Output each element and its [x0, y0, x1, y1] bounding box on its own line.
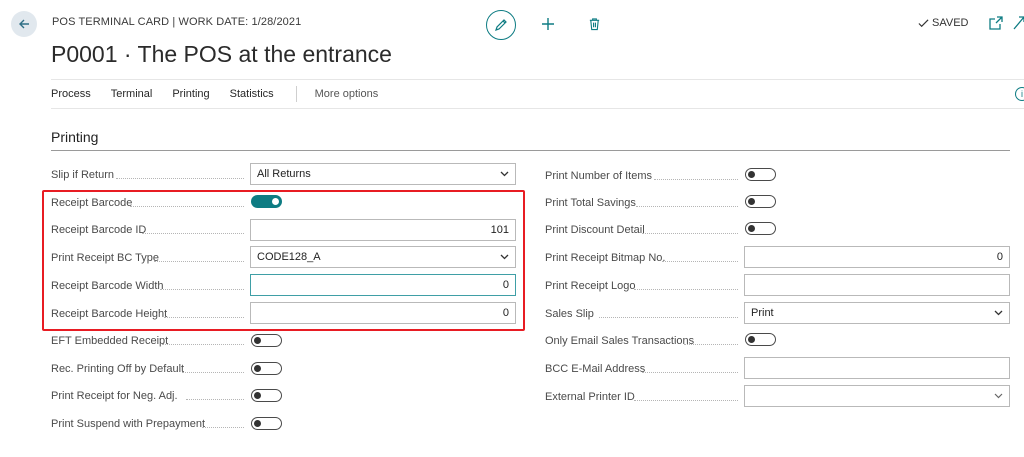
toggle-knob	[254, 419, 261, 427]
field-label-print-receipt-bitmap-no: Print Receipt Bitmap No.	[545, 252, 666, 264]
leader-dots	[636, 206, 738, 207]
tab-terminal[interactable]: Terminal	[111, 88, 153, 100]
toggle-knob	[748, 170, 755, 178]
toggle-knob	[748, 197, 755, 205]
toggle-knob	[254, 364, 261, 372]
action-bar: Process Terminal Printing Statistics Mor…	[51, 79, 1024, 109]
leader-dots	[634, 400, 738, 401]
back-button[interactable]	[11, 11, 37, 37]
back-arrow-icon	[19, 19, 29, 29]
add-button[interactable]	[538, 14, 558, 34]
edit-button[interactable]	[486, 10, 516, 40]
field-label-only-email-sales-transactions: Only Email Sales Transactions	[545, 335, 695, 347]
print-receipt-neg-adj-toggle[interactable]	[251, 389, 282, 402]
plus-icon	[542, 18, 554, 30]
open-in-new-window-icon[interactable]	[988, 15, 1004, 31]
tab-statistics[interactable]: Statistics	[230, 88, 274, 100]
toggle-knob	[254, 336, 261, 344]
external-printer-id-select[interactable]	[744, 385, 1010, 407]
field-label-eft-embedded-receipt: EFT Embedded Receipt	[51, 335, 169, 347]
field-label-sales-slip: Sales Slip	[545, 308, 594, 320]
chevron-down-icon	[500, 171, 509, 177]
trash-icon	[589, 18, 599, 31]
field-label-rec-printing-off: Rec. Printing Off by Default	[51, 363, 185, 375]
chevron-down-icon	[994, 393, 1003, 399]
pos-terminal-card-page: POS TERMINAL CARD | WORK DATE: 1/28/2021…	[0, 0, 1024, 457]
tab-divider	[295, 86, 297, 102]
field-label-print-number-of-items: Print Number of Items	[545, 170, 652, 182]
sales-slip-select[interactable]: Print	[744, 302, 1010, 324]
page-title: P0001 · The POS at the entrance	[51, 41, 392, 67]
print-number-of-items-toggle[interactable]	[745, 168, 776, 181]
print-receipt-logo-input[interactable]	[744, 274, 1010, 296]
tab-process[interactable]: Process	[51, 88, 91, 100]
toggle-knob	[748, 224, 755, 232]
more-options-button[interactable]: More options	[315, 88, 379, 100]
toggle-knob	[254, 391, 261, 399]
bcc-email-address-input[interactable]	[744, 357, 1010, 379]
field-label-slip-if-return: Slip if Return	[51, 169, 114, 181]
field-label-print-suspend-prepayment: Print Suspend with Prepayment	[51, 418, 206, 430]
leader-dots	[182, 372, 244, 373]
leader-dots	[662, 261, 738, 262]
checkmark-icon	[918, 18, 929, 27]
print-discount-detail-toggle[interactable]	[745, 222, 776, 235]
tab-printing[interactable]: Printing	[172, 88, 209, 100]
leader-dots	[654, 179, 738, 180]
leader-dots	[116, 178, 244, 179]
leader-dots	[186, 399, 244, 400]
chevron-down-icon	[994, 310, 1003, 316]
only-email-sales-transactions-toggle[interactable]	[745, 333, 776, 346]
leader-dots	[642, 233, 738, 234]
slip-if-return-value: All Returns	[257, 168, 311, 180]
highlight-box	[42, 190, 525, 331]
leader-dots	[684, 344, 738, 345]
sales-slip-value: Print	[751, 307, 774, 319]
section-title-printing: Printing	[51, 129, 99, 145]
rec-printing-off-toggle[interactable]	[251, 362, 282, 375]
eft-embedded-receipt-toggle[interactable]	[251, 334, 282, 347]
print-total-savings-toggle[interactable]	[745, 195, 776, 208]
saved-label: SAVED	[932, 17, 969, 29]
field-label-bcc-email-address: BCC E-Mail Address	[545, 363, 646, 375]
field-label-external-printer-id: External Printer ID	[545, 391, 635, 403]
toggle-knob	[748, 335, 755, 343]
leader-dots	[202, 427, 244, 428]
delete-button[interactable]	[584, 14, 604, 34]
expand-icon[interactable]	[1012, 15, 1024, 31]
field-label-print-total-savings: Print Total Savings	[545, 197, 636, 209]
leader-dots	[642, 372, 738, 373]
leader-dots	[599, 317, 738, 318]
print-suspend-prepayment-toggle[interactable]	[251, 417, 282, 430]
slip-if-return-select[interactable]: All Returns	[250, 163, 516, 185]
info-icon[interactable]: i	[1015, 87, 1024, 101]
page-caption: POS TERMINAL CARD | WORK DATE: 1/28/2021	[52, 16, 302, 28]
leader-dots	[634, 289, 738, 290]
saved-status: SAVED	[918, 17, 968, 29]
field-label-print-receipt-neg-adj: Print Receipt for Neg. Adj.	[51, 390, 178, 402]
section-divider	[51, 150, 1010, 151]
field-label-print-discount-detail: Print Discount Detail	[545, 224, 645, 236]
field-label-print-receipt-logo: Print Receipt Logo	[545, 280, 636, 292]
leader-dots	[162, 344, 244, 345]
print-receipt-bitmap-no-input[interactable]: 0	[744, 246, 1010, 268]
pencil-icon	[495, 19, 507, 31]
